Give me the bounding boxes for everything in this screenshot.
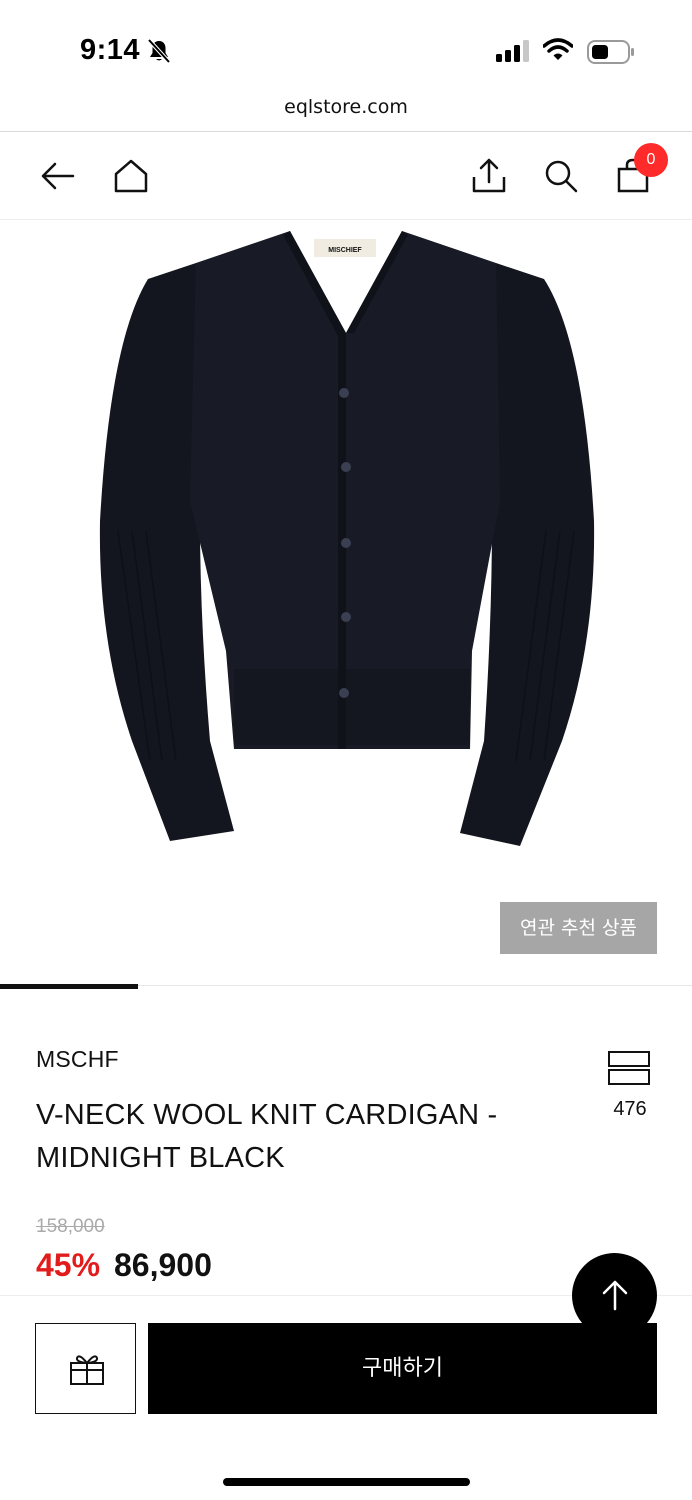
home-icon[interactable] bbox=[112, 157, 150, 200]
product-image[interactable]: MISCHIEF bbox=[0, 221, 692, 881]
gift-button[interactable] bbox=[35, 1323, 136, 1414]
gift-icon bbox=[70, 1355, 104, 1385]
home-indicator bbox=[223, 1478, 470, 1486]
product-image-label: MISCHIEF bbox=[328, 247, 362, 254]
view-toggle-icon[interactable] bbox=[606, 1050, 654, 1088]
buy-button[interactable]: 구매하기 bbox=[148, 1323, 657, 1414]
nav-header: 0 bbox=[0, 133, 692, 220]
image-slider-progress bbox=[0, 984, 139, 989]
view-count: 476 bbox=[613, 1098, 647, 1120]
cart-count-badge: 0 bbox=[634, 143, 668, 177]
battery-icon bbox=[587, 40, 635, 69]
status-time: 9:14 bbox=[80, 34, 141, 66]
browser-url-bar[interactable]: eqlstore.com bbox=[0, 88, 692, 132]
product-title: V-NECK WOOL KNIT CARDIGAN - MIDNIGHT BLA… bbox=[36, 1099, 498, 1174]
brand-name[interactable]: MSCHF bbox=[36, 1046, 119, 1073]
status-bar: 9:14 bbox=[0, 0, 692, 88]
share-icon[interactable] bbox=[470, 157, 508, 200]
bell-muted-icon bbox=[146, 38, 172, 69]
back-arrow-icon[interactable] bbox=[38, 157, 76, 200]
discount-rate: 45% bbox=[36, 1247, 101, 1283]
url-text: eqlstore.com bbox=[284, 96, 408, 118]
scroll-to-top-button[interactable] bbox=[572, 1253, 657, 1338]
arrow-up-icon bbox=[602, 1280, 628, 1311]
original-price: 158,000 bbox=[36, 1216, 105, 1237]
search-icon[interactable] bbox=[542, 157, 580, 200]
cellular-signal-icon bbox=[496, 40, 532, 67]
sale-price: 86,900 bbox=[114, 1247, 212, 1283]
related-products-button[interactable]: 연관 추천 상품 bbox=[500, 902, 657, 954]
wifi-icon bbox=[542, 38, 574, 67]
